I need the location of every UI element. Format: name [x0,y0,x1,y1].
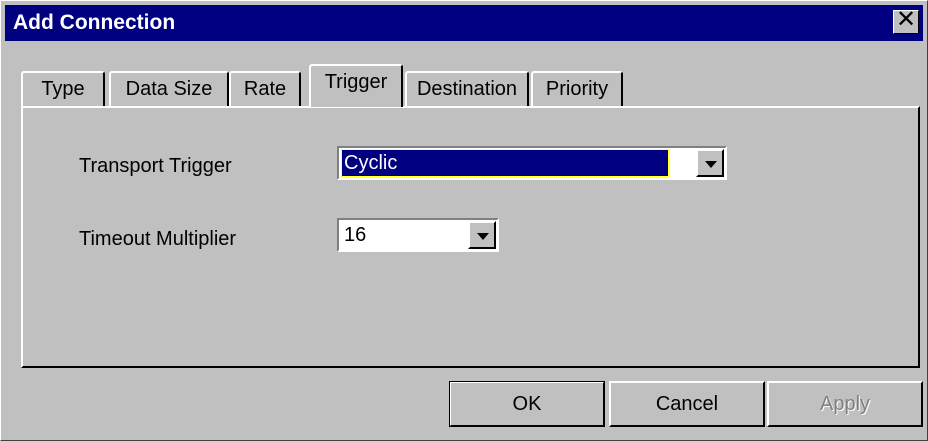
transport-trigger-value: Cyclic [341,149,669,177]
timeout-multiplier-value: 16 [344,224,367,246]
tab-type[interactable]: Type [21,71,105,106]
tab-trigger[interactable]: Trigger [309,64,403,107]
title-bar[interactable]: Add Connection ✕ [5,5,923,41]
window-title: Add Connection [13,11,176,34]
transport-trigger-label: Transport Trigger [79,155,232,177]
ok-button[interactable]: OK [449,381,605,427]
cancel-button[interactable]: Cancel [609,381,765,427]
tab-priority[interactable]: Priority [531,71,623,106]
chevron-down-icon [705,161,717,168]
add-connection-dialog: Add Connection ✕ Type Data Size Rate Tri… [0,0,928,441]
tab-data-size[interactable]: Data Size [109,71,229,106]
timeout-multiplier-dropdown-button[interactable] [468,221,496,249]
tab-rate[interactable]: Rate [229,71,301,106]
chevron-down-icon [477,233,489,240]
close-icon: ✕ [895,6,917,33]
close-button[interactable]: ✕ [893,6,919,34]
timeout-multiplier-label: Timeout Multiplier [79,228,237,250]
trigger-panel: Transport Trigger Cyclic Timeout Multipl… [21,106,920,368]
apply-button[interactable]: Apply [767,381,923,427]
tab-destination[interactable]: Destination [405,71,529,106]
timeout-multiplier-select[interactable]: 16 [337,218,499,252]
transport-trigger-dropdown-button[interactable] [696,149,724,177]
transport-trigger-select[interactable]: Cyclic [337,146,727,180]
